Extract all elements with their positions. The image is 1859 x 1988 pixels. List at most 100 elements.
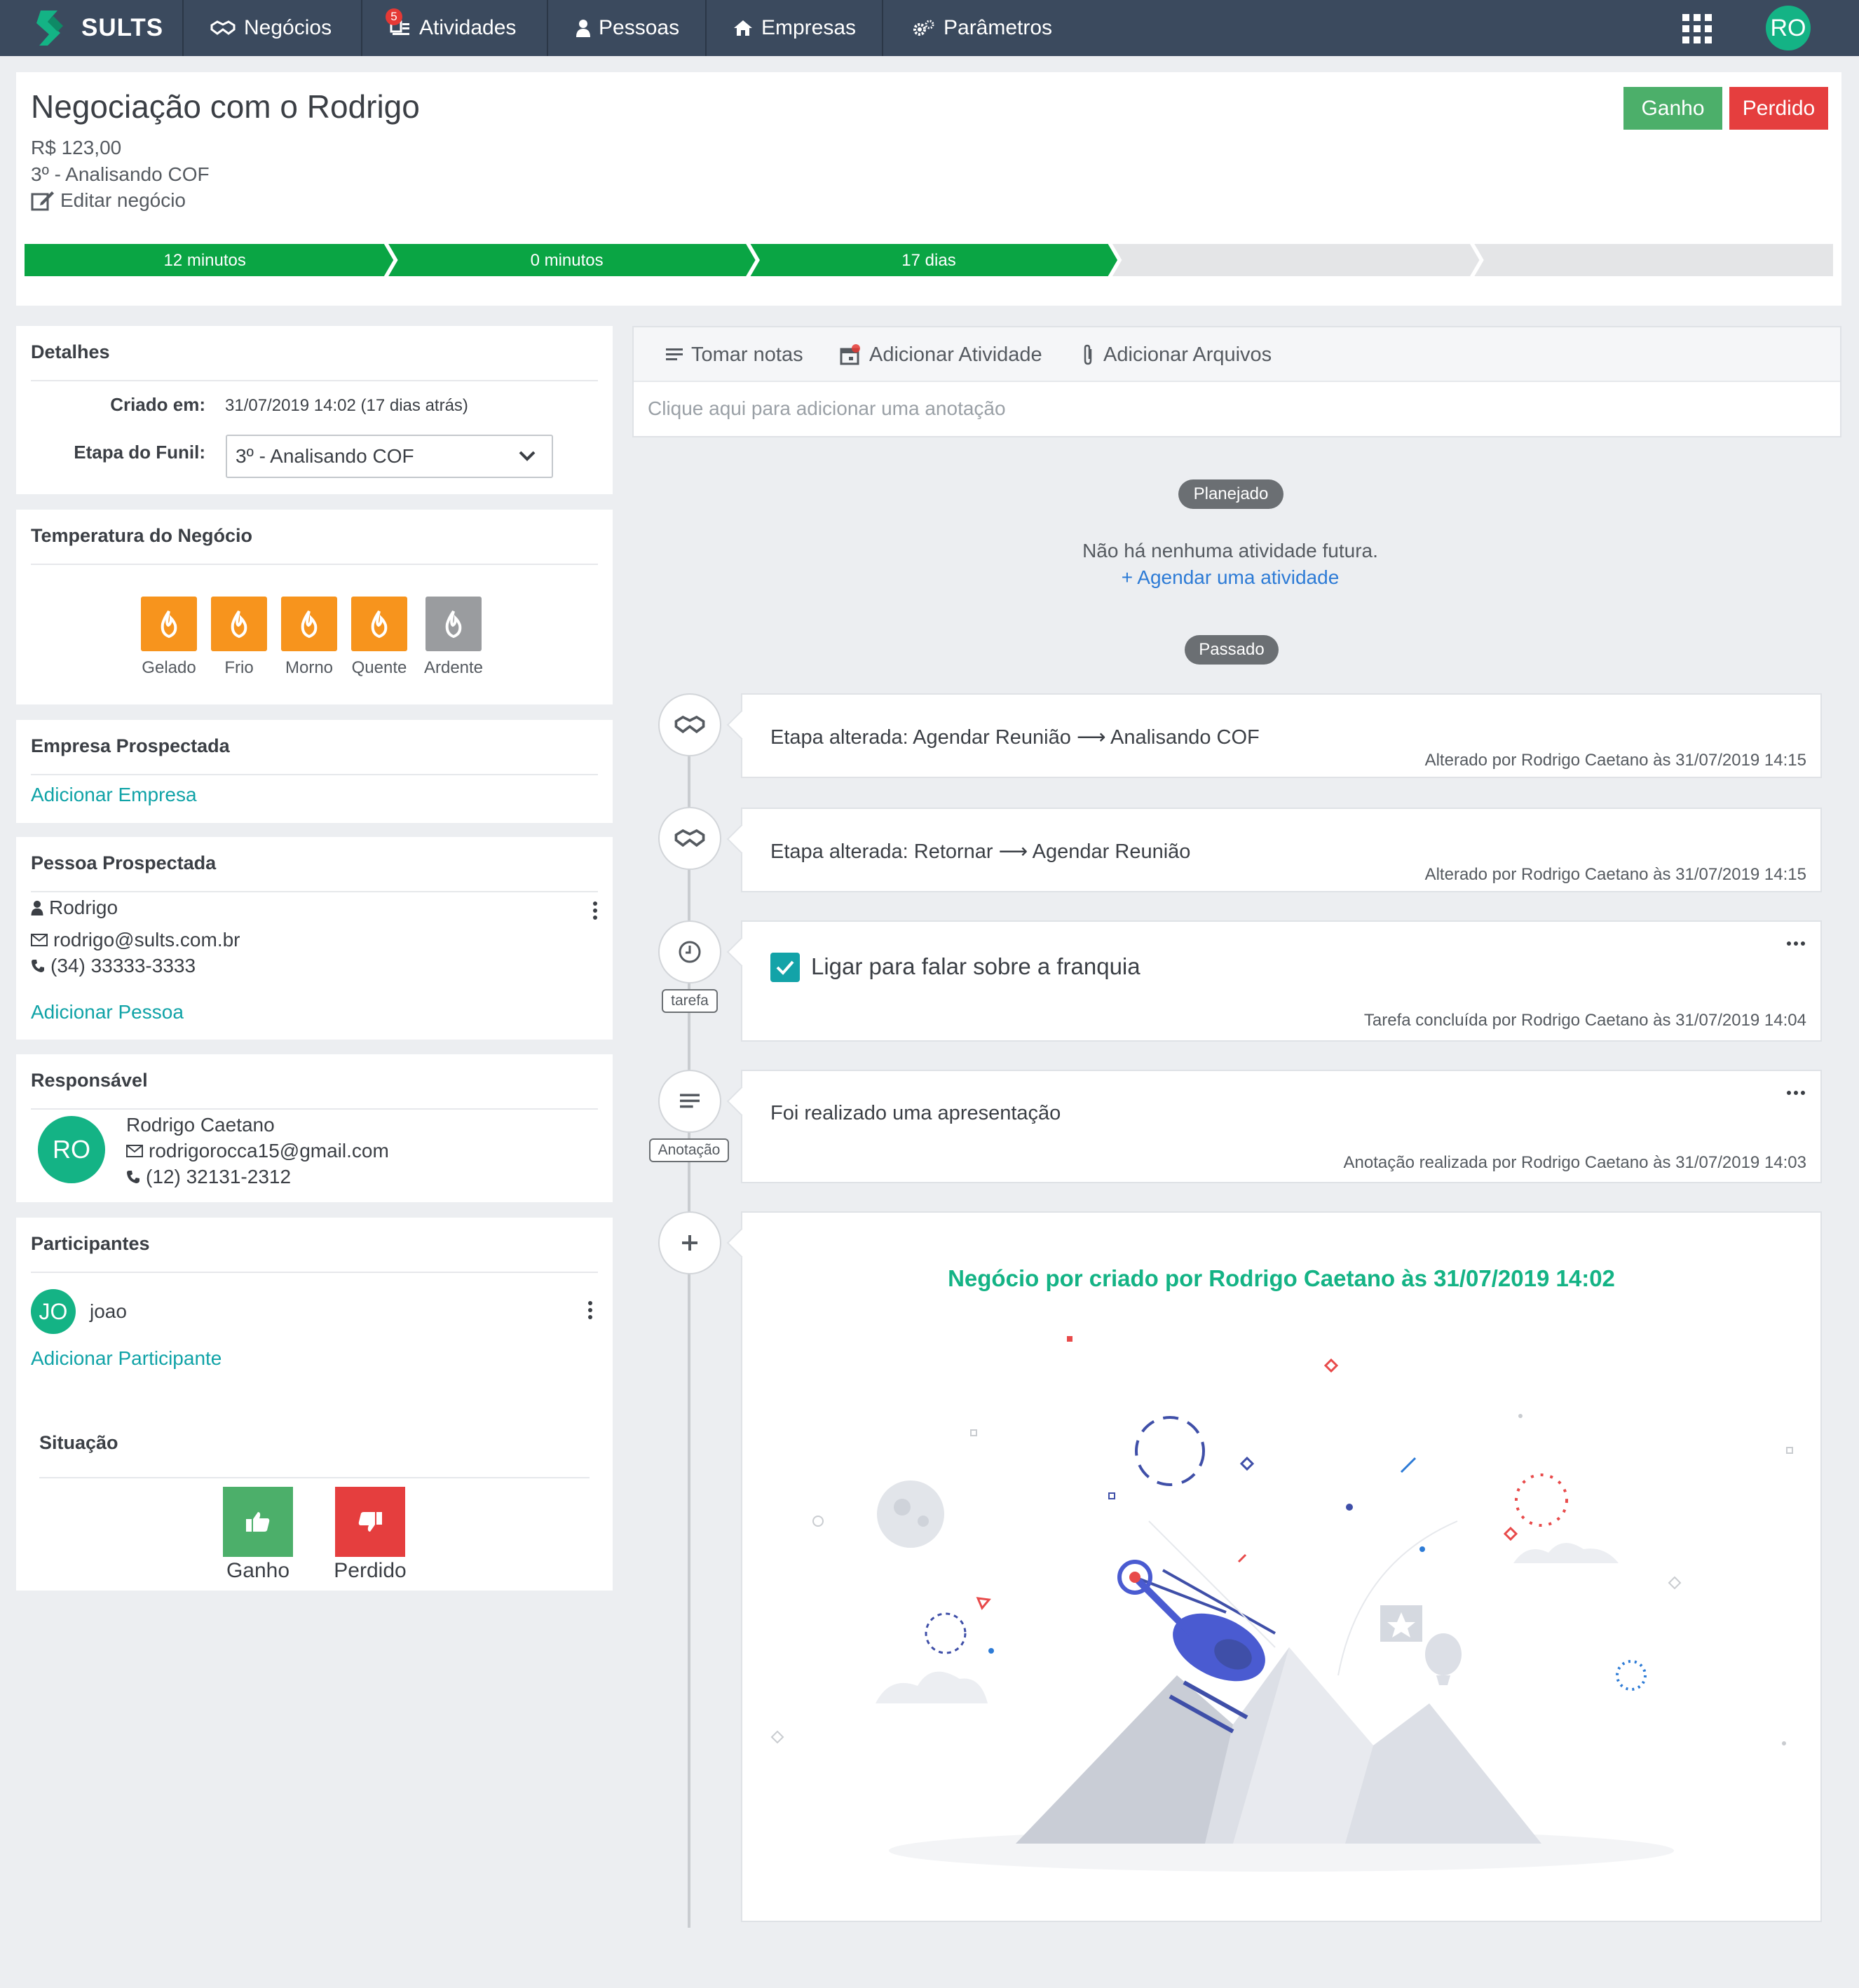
gears-icon — [913, 20, 934, 36]
nav-negocios-label: Negócios — [244, 16, 332, 39]
calendar-icon — [840, 344, 860, 365]
add-person-link[interactable]: Adicionar Pessoa — [31, 1001, 184, 1023]
sults-logo-icon — [36, 11, 63, 46]
user-avatar[interactable]: RO — [1766, 6, 1811, 50]
event-meta: Alterado por Rodrigo Caetano às 31/07/20… — [1424, 751, 1806, 770]
timeline-node — [658, 1211, 721, 1274]
owner-email: rodrigorocca15@gmail.com — [149, 1140, 389, 1162]
user-icon — [576, 20, 590, 37]
pipeline-stage[interactable] — [1110, 243, 1481, 277]
timeline-event-card: Etapa alterada: Retornar ⟶ Agendar Reuni… — [726, 808, 1822, 892]
event-meta: Alterado por Rodrigo Caetano às 31/07/20… — [1424, 865, 1806, 884]
flame-icon — [445, 610, 462, 638]
participant-menu-icon[interactable] — [588, 1301, 592, 1322]
nav-pessoas[interactable]: Pessoas — [576, 0, 679, 56]
tab-add-activity[interactable]: Adicionar Atividade — [840, 327, 1042, 382]
helicopter-illustration — [770, 1336, 1793, 1872]
nav-negocios[interactable]: Negócios — [210, 0, 332, 56]
temperature-button[interactable] — [211, 597, 267, 651]
person-name: Rodrigo — [49, 897, 118, 918]
situation-title: Situação — [39, 1432, 118, 1453]
participants-card: Participantes JO joao Adicionar Particip… — [16, 1218, 613, 1591]
tab-add-files[interactable]: Adicionar Arquivos — [1081, 327, 1272, 382]
lines-icon — [666, 348, 683, 360]
pipeline-progress: 12 minutos 0 minutos 17 dias — [24, 243, 1834, 277]
edit-icon — [31, 191, 54, 211]
note-meta: Anotação realizada por Rodrigo Caetano à… — [1343, 1153, 1806, 1172]
handshake-icon — [674, 715, 705, 734]
nav-divider — [547, 0, 548, 56]
temperature-button[interactable] — [281, 597, 337, 651]
add-company-link[interactable]: Adicionar Empresa — [31, 784, 197, 806]
won-button[interactable]: Ganho — [1623, 87, 1722, 130]
owner-avatar: RO — [38, 1116, 105, 1183]
funnel-stage-select[interactable]: 3º - Analisando COF — [226, 435, 553, 478]
event-text: Etapa alterada: Agendar Reunião ⟶ Analis… — [770, 726, 1260, 749]
owner-card: Responsável RO Rodrigo Caetano rodrigoro… — [16, 1054, 613, 1202]
timeline-node — [658, 1070, 721, 1133]
divider — [31, 564, 598, 565]
owner-phone: (12) 32131-2312 — [146, 1166, 292, 1187]
situation-won-button[interactable] — [223, 1487, 293, 1557]
participant-name: joao — [90, 1300, 127, 1322]
notes-panel: Tomar notas Adicionar Atividade Adiciona… — [632, 326, 1841, 437]
nav-divider — [182, 0, 184, 56]
deal-value: R$ 123,00 — [31, 137, 122, 158]
divider — [31, 891, 598, 892]
situation-lost-button[interactable] — [335, 1487, 405, 1557]
schedule-activity-link[interactable]: + Agendar uma atividade — [950, 566, 1511, 589]
envelope-icon — [31, 934, 48, 946]
note-menu-icon[interactable] — [1787, 1091, 1805, 1095]
edit-deal-label: Editar negócio — [60, 189, 186, 211]
nav-atividades[interactable]: Atividades — [390, 0, 516, 56]
task-meta: Tarefa concluída por Rodrigo Caetano às … — [1363, 1011, 1806, 1030]
timeline-note-card: Foi realizado uma apresentação Anotação … — [726, 1070, 1822, 1183]
phone-icon — [32, 960, 44, 972]
owner-name: Rodrigo Caetano — [126, 1114, 275, 1136]
temperature-label: Ardente — [423, 658, 484, 677]
funnel-label: Etapa do Funil: — [74, 442, 205, 463]
timeline-event-card: Etapa alterada: Agendar Reunião ⟶ Analis… — [726, 693, 1822, 778]
deal-title: Negociação com o Rodrigo — [31, 88, 420, 125]
tab-add-activity-label: Adicionar Atividade — [869, 343, 1042, 366]
handshake-icon — [674, 829, 705, 847]
person-menu-icon[interactable] — [593, 901, 597, 922]
temperature-card: Temperatura do Negócio Gelado Frio Morno Qu… — [16, 510, 613, 704]
brand-logo[interactable]: SULTS — [27, 0, 163, 56]
edit-deal-link[interactable]: Editar negócio — [31, 189, 186, 212]
task-menu-icon[interactable] — [1787, 941, 1805, 946]
nav-parametros-label: Parâmetros — [944, 16, 1053, 39]
tab-take-notes[interactable]: Tomar notas — [666, 327, 803, 382]
note-input[interactable]: Clique aqui para adicionar uma anotação — [648, 397, 1006, 420]
tab-add-files-label: Adicionar Arquivos — [1103, 343, 1272, 366]
divider — [31, 380, 598, 381]
timeline-node — [658, 807, 721, 870]
nav-empresas-label: Empresas — [761, 16, 857, 39]
task-done-checkbox[interactable] — [770, 953, 800, 982]
temperature-button[interactable] — [351, 597, 407, 651]
funnel-stage-value: 3º - Analisando COF — [236, 445, 414, 467]
top-navbar: SULTS Negócios Atividades 5 Pessoas Empr… — [0, 0, 1859, 56]
note-text: Foi realizado uma apresentação — [770, 1102, 1061, 1124]
temperature-button[interactable] — [141, 597, 197, 651]
add-participant-link[interactable]: Adicionar Participante — [31, 1347, 222, 1370]
pipeline-stage[interactable] — [1472, 243, 1834, 277]
no-future-activity-text: Não há nenhuma atividade futura. — [1082, 540, 1378, 561]
nav-divider — [361, 0, 362, 56]
pipeline-stage-label: 17 dias — [901, 251, 955, 270]
flame-icon — [301, 610, 318, 638]
company-title: Empresa Prospectada — [31, 735, 230, 756]
nav-empresas[interactable]: Empresas — [733, 0, 856, 56]
deal-created-card: Negócio por criado por Rodrigo Caetano à… — [726, 1211, 1822, 1922]
lines-icon — [680, 1094, 700, 1108]
person-email-row: rodrigo@sults.com.br — [31, 925, 240, 955]
temperature-button[interactable] — [425, 597, 482, 651]
divider — [31, 1108, 598, 1110]
pipeline-stage-label: 0 minutos — [531, 251, 604, 270]
check-icon — [776, 960, 794, 975]
nav-parametros[interactable]: Parâmetros — [913, 0, 1052, 56]
details-title: Detalhes — [31, 341, 110, 362]
details-card: Detalhes Criado em: 31/07/2019 14:02 (17… — [16, 326, 613, 494]
lost-button[interactable]: Perdido — [1729, 87, 1828, 130]
apps-grid-icon[interactable] — [1682, 14, 1712, 43]
